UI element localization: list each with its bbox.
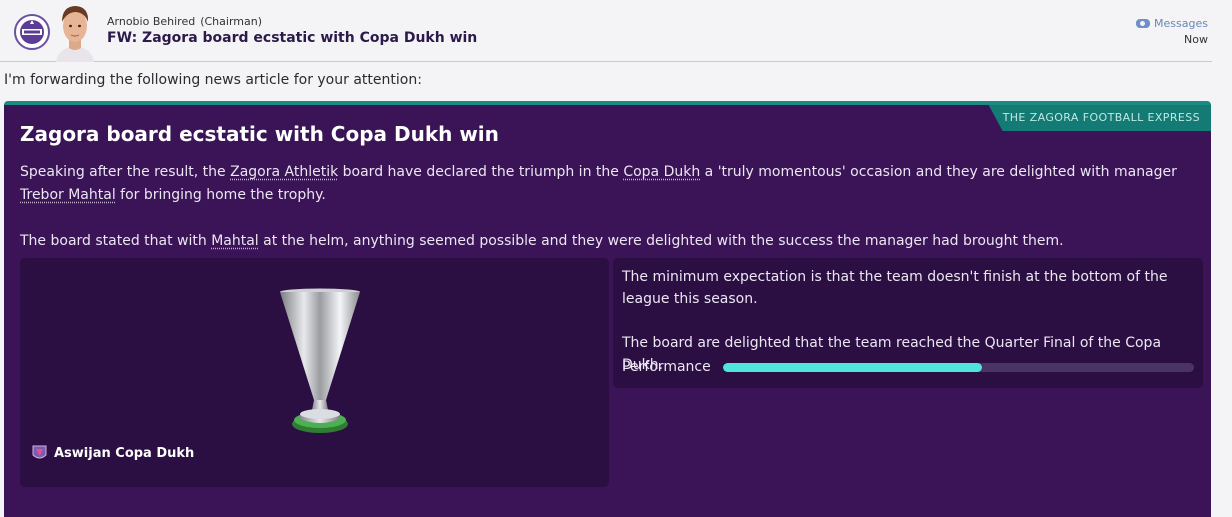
- text-segment: Speaking after the result, the: [20, 164, 231, 180]
- article-paragraph-1: Speaking after the result, the Zagora At…: [20, 161, 1190, 207]
- article-title: Zagora board ecstatic with Copa Dukh win: [20, 122, 499, 146]
- avatar[interactable]: [52, 0, 98, 62]
- performance-bar: [722, 362, 1194, 372]
- performance-row: Performance: [622, 356, 1194, 378]
- message-subject: FW: Zagora board ecstatic with Copa Dukh…: [107, 30, 478, 46]
- text-segment: The board stated that with: [20, 233, 212, 249]
- board-expectation: The minimum expectation is that the team…: [622, 269, 1168, 307]
- club-crest-icon[interactable]: [14, 14, 50, 50]
- message-header: Arnobio Behired (Chairman) FW: Zagora boa…: [0, 0, 1212, 62]
- competition-crest-icon: [32, 445, 47, 459]
- club-link[interactable]: Zagora Athletik: [230, 164, 338, 180]
- manager-link[interactable]: Mahtal: [211, 233, 259, 249]
- trophy-panel: Aswijan Copa Dukh: [20, 258, 609, 487]
- text-segment: board have declared the triumph in the: [338, 164, 624, 180]
- manager-link[interactable]: Trebor Mahtal: [20, 187, 116, 203]
- performance-label: Performance: [622, 359, 711, 375]
- messages-link[interactable]: Messages: [1136, 17, 1208, 30]
- message-time: Now: [1184, 33, 1208, 46]
- sender-name[interactable]: Arnobio Behired: [107, 15, 195, 28]
- text-segment: for bringing home the trophy.: [115, 187, 326, 203]
- text-segment: a 'truly momentous' occasion and they ar…: [700, 164, 1177, 180]
- sender-role: (Chairman): [200, 15, 262, 28]
- intro-text: I'm forwarding the following news articl…: [4, 72, 422, 88]
- board-info-panel: The minimum expectation is that the team…: [613, 258, 1203, 388]
- article-paragraph-2: The board stated that with Mahtal at the…: [20, 230, 1190, 253]
- competition-link[interactable]: Copa Dukh: [623, 164, 700, 180]
- news-article: THE ZAGORA FOOTBALL EXPRESS Zagora board…: [4, 101, 1211, 517]
- source-tag: THE ZAGORA FOOTBALL EXPRESS: [988, 105, 1211, 131]
- competition-label[interactable]: Aswijan Copa Dukh: [32, 445, 194, 461]
- competition-name: Aswijan Copa Dukh: [54, 445, 195, 461]
- performance-bar-fill: [722, 362, 982, 372]
- text-segment: at the helm, anything seemed possible an…: [258, 233, 1064, 249]
- trophy-image: [280, 288, 360, 433]
- sender-info: Arnobio Behired (Chairman): [107, 15, 262, 28]
- messages-link-label: Messages: [1154, 17, 1208, 30]
- messages-icon: [1136, 19, 1151, 28]
